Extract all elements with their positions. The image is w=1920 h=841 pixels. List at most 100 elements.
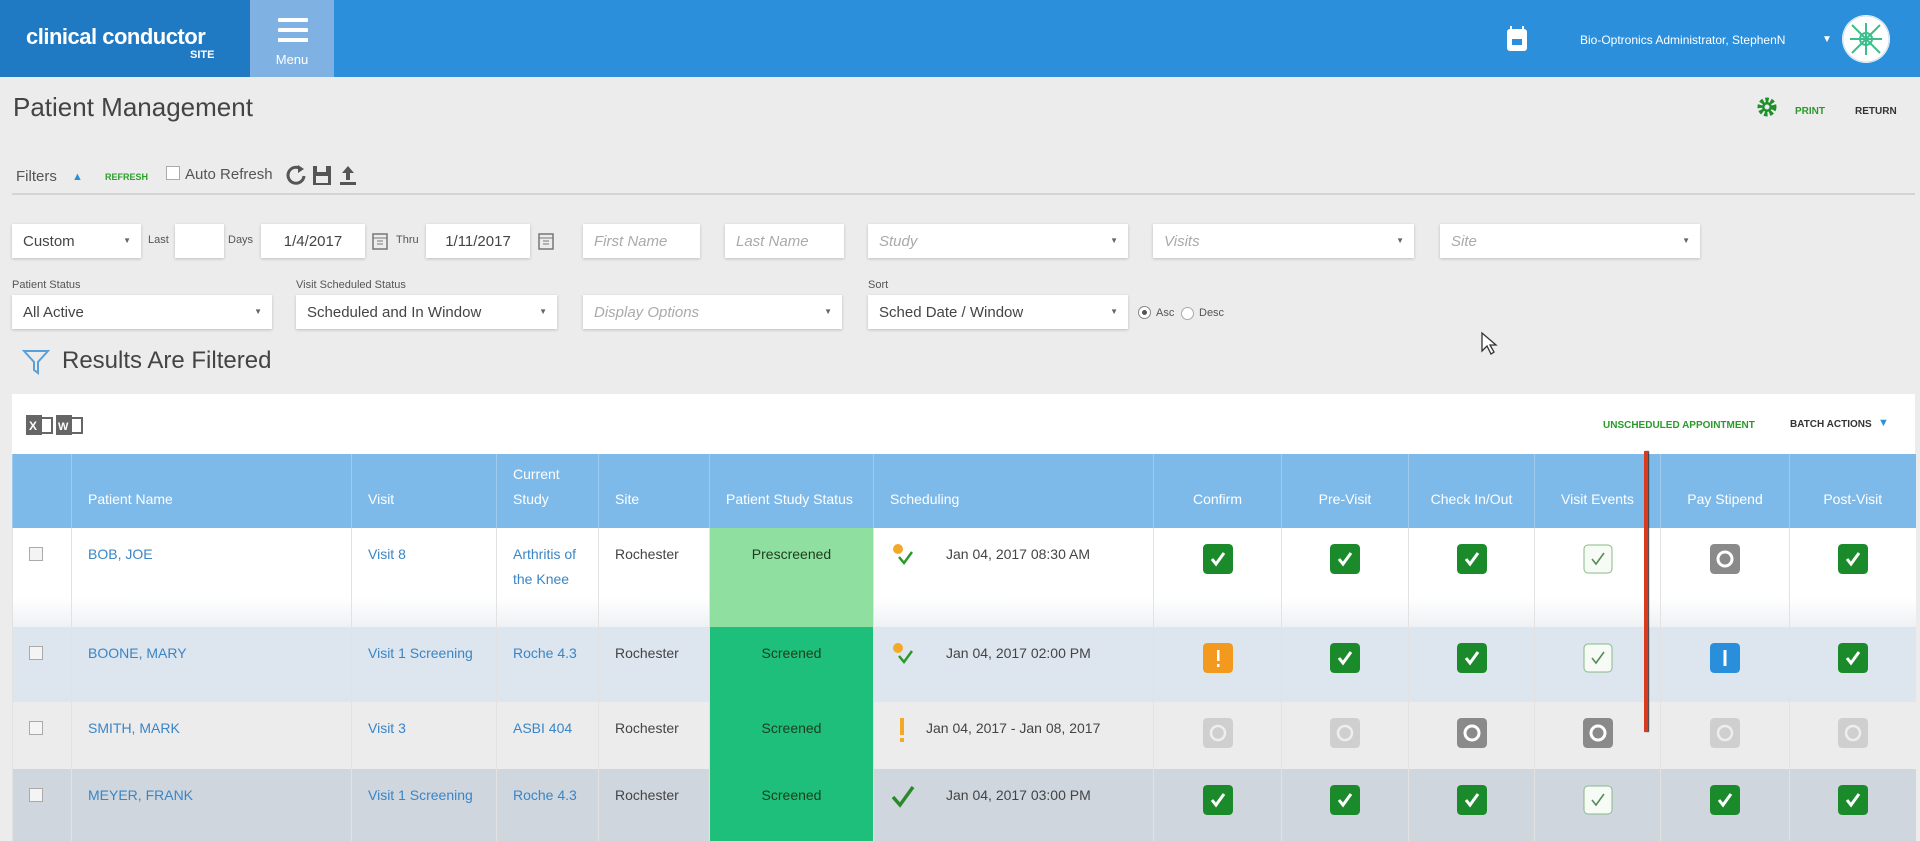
chevron-up-icon[interactable]: ▲ [72, 171, 83, 183]
gear-icon[interactable] [1756, 96, 1778, 118]
calendar-icon[interactable] [538, 232, 554, 250]
check-status-icon[interactable] [1330, 785, 1360, 815]
patient-name-link[interactable]: SMITH, MARK [88, 720, 180, 736]
study-link[interactable]: Roche 4.3 [513, 645, 577, 661]
study-link[interactable]: Roche 4.3 [513, 787, 577, 803]
circle-light-status-icon[interactable] [1202, 718, 1233, 748]
table-row[interactable]: MEYER, FRANK Visit 1 Screening Roche 4.3… [12, 769, 1916, 841]
visits-select[interactable]: Visits ▼ [1153, 224, 1414, 258]
scheduling-cell[interactable]: Jan 04, 2017 08:30 AM [873, 528, 1154, 627]
unscheduled-appointment-button[interactable]: UNSCHEDULED APPOINTMENT [1603, 420, 1755, 431]
patient-status-select[interactable]: All Active ▼ [12, 295, 272, 329]
auto-refresh-checkbox[interactable] [166, 166, 180, 180]
row-checkbox[interactable] [29, 646, 43, 660]
circle-light-status-icon[interactable] [1330, 718, 1360, 748]
check-status-icon[interactable] [1202, 544, 1233, 574]
table-row[interactable]: BOB, JOE Visit 8 Arthritis of the Knee R… [12, 528, 1916, 627]
check-status-icon[interactable] [1837, 544, 1868, 574]
asc-radio[interactable] [1138, 306, 1151, 319]
check-light-status-icon[interactable] [1583, 785, 1613, 815]
visit-link[interactable]: Visit 3 [368, 720, 406, 736]
from-date-input[interactable]: 1/4/2017 [261, 224, 365, 258]
circle-dark-status-icon[interactable] [1582, 718, 1613, 748]
excel-export-icon[interactable]: X [26, 412, 54, 438]
reload-icon[interactable] [285, 163, 307, 187]
save-icon[interactable] [311, 163, 333, 187]
circle-light-status-icon[interactable] [1710, 718, 1740, 748]
check-status-icon[interactable] [1837, 785, 1868, 815]
check-status-icon[interactable] [1456, 785, 1487, 815]
to-date-input[interactable]: 1/11/2017 [426, 224, 530, 258]
display-options-select[interactable]: Display Options ▼ [583, 295, 842, 329]
desc-radio[interactable] [1181, 307, 1194, 320]
filters-toggle[interactable]: Filters [16, 168, 57, 185]
info-status-icon[interactable] [1710, 643, 1740, 673]
column-header[interactable]: Current Study [496, 454, 599, 528]
logo[interactable]: clinical conductor SITE [0, 0, 250, 77]
row-checkbox[interactable] [29, 721, 43, 735]
column-header[interactable]: Site [598, 454, 710, 528]
scheduling-cell[interactable]: Jan 04, 2017 02:00 PM [873, 627, 1154, 702]
warn-status-icon[interactable] [1202, 643, 1233, 673]
refresh-button[interactable]: REFRESH [105, 172, 148, 182]
patient-name-link[interactable]: BOB, JOE [88, 546, 153, 562]
circle-dark-status-icon[interactable] [1456, 718, 1487, 748]
desc-label: Desc [1199, 307, 1225, 319]
site-select[interactable]: Site ▼ [1440, 224, 1700, 258]
study-link[interactable]: ASBI 404 [513, 720, 572, 736]
check-light-status-icon[interactable] [1583, 643, 1613, 673]
column-header[interactable]: Patient Name [71, 454, 352, 528]
patient-name-link[interactable]: MEYER, FRANK [88, 787, 193, 803]
patient-name-link[interactable]: BOONE, MARY [88, 645, 187, 661]
column-header[interactable]: Visit [351, 454, 497, 528]
row-checkbox[interactable] [29, 547, 43, 561]
check-status-icon[interactable] [1330, 643, 1360, 673]
study-select[interactable]: Study ▼ [868, 224, 1128, 258]
check-status-icon[interactable] [1456, 643, 1487, 673]
sort-select[interactable]: Sched Date / Window ▼ [868, 295, 1128, 329]
visit-scheduled-status-select[interactable]: Scheduled and In Window ▼ [296, 295, 557, 329]
avatar[interactable] [1842, 15, 1890, 63]
row-checkbox[interactable] [29, 788, 43, 802]
calendar-icon[interactable] [372, 232, 388, 250]
upload-icon[interactable] [337, 163, 359, 187]
check-status-icon[interactable] [1330, 544, 1360, 574]
chevron-down-icon[interactable]: ▼ [1878, 417, 1889, 429]
check-light-status-icon[interactable] [1583, 544, 1613, 574]
check-status-icon[interactable] [1710, 785, 1740, 815]
return-button[interactable]: RETURN [1855, 106, 1897, 117]
column-header[interactable]: Confirm [1153, 454, 1282, 528]
column-header[interactable]: Pre-Visit [1281, 454, 1409, 528]
column-header[interactable]: Check In/Out [1408, 454, 1535, 528]
menu-button[interactable]: Menu [250, 0, 334, 77]
circle-light-status-icon[interactable] [1837, 718, 1868, 748]
calendar-icon[interactable] [1505, 25, 1529, 53]
first-name-input[interactable]: First Name [583, 224, 700, 258]
range-type-select[interactable]: Custom ▼ [12, 224, 141, 258]
scheduling-cell[interactable]: Jan 04, 2017 03:00 PM [873, 769, 1154, 841]
last-days-input[interactable] [175, 224, 224, 258]
visit-link[interactable]: Visit 1 Screening [368, 787, 473, 803]
print-button[interactable]: PRINT [1795, 106, 1825, 117]
column-header[interactable]: Scheduling [873, 454, 1154, 528]
visit-link[interactable]: Visit 1 Screening [368, 645, 473, 661]
check-status-icon[interactable] [1837, 643, 1868, 673]
check-status-icon[interactable] [1202, 785, 1233, 815]
word-export-icon[interactable]: W [56, 412, 84, 438]
chevron-down-icon[interactable]: ▼ [1822, 34, 1832, 45]
study-link[interactable]: Arthritis of the Knee [513, 546, 576, 587]
batch-actions-dropdown[interactable]: BATCH ACTIONS [1790, 419, 1872, 430]
column-header[interactable]: Pay Stipend [1660, 454, 1790, 528]
site-text: Rochester [615, 720, 679, 736]
circle-dark-status-icon[interactable] [1710, 544, 1740, 574]
column-header[interactable]: Post-Visit [1789, 454, 1916, 528]
visit-link[interactable]: Visit 8 [368, 546, 406, 562]
table-row[interactable]: BOONE, MARY Visit 1 Screening Roche 4.3 … [12, 627, 1916, 702]
check-status-icon[interactable] [1456, 544, 1487, 574]
column-header[interactable]: Visit Events [1534, 454, 1661, 528]
last-name-input[interactable]: Last Name [725, 224, 844, 258]
scheduling-cell[interactable]: Jan 04, 2017 - Jan 08, 2017 [873, 702, 1154, 769]
column-header[interactable]: Patient Study Status [709, 454, 874, 528]
table-row[interactable]: SMITH, MARK Visit 3 ASBI 404 Rochester S… [12, 702, 1916, 769]
user-menu[interactable]: Bio-Optronics Administrator, StephenN [1580, 33, 1785, 47]
